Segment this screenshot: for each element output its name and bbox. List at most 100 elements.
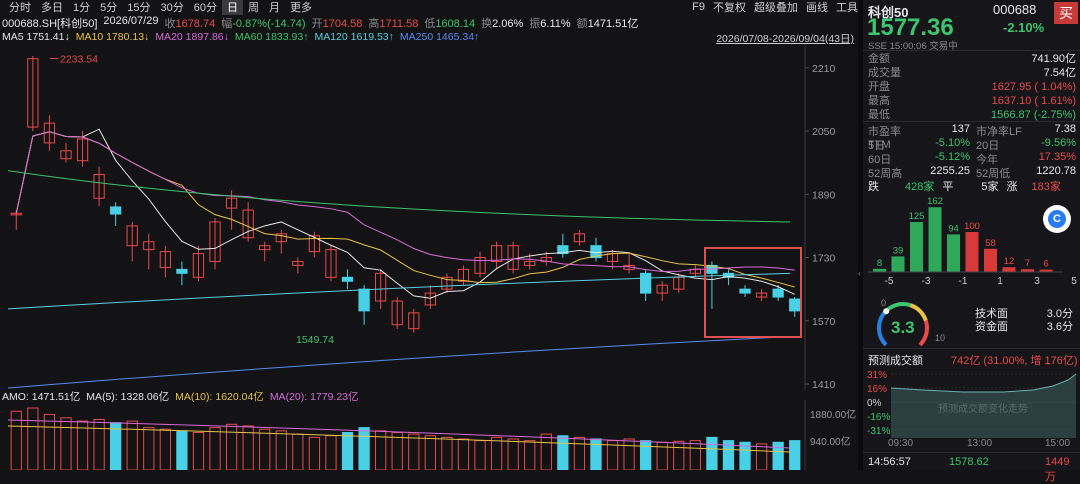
- candle-body: [110, 206, 122, 215]
- tool-item-4[interactable]: 工具: [836, 0, 858, 15]
- up-label: 涨: [1006, 181, 1018, 193]
- period-tab-1[interactable]: 多日: [36, 0, 68, 15]
- volume-chart[interactable]: 1880.00亿 940.00亿: [0, 400, 858, 470]
- period-tab-9[interactable]: 月: [264, 0, 285, 15]
- y-tick-label: 2050: [812, 126, 836, 138]
- stat-value: 7.54亿: [1043, 67, 1076, 79]
- period-tab-0[interactable]: 分时: [4, 0, 36, 15]
- volume-bar: [391, 431, 403, 470]
- ma5-label: MA5: [2, 31, 24, 43]
- forecast-chart: 31% 16% 0% -16% -31% 预测成交额变化走势: [867, 370, 1077, 438]
- volume-bar: [275, 430, 287, 470]
- ma60-label: MA60: [234, 31, 263, 43]
- volume-bar: [590, 438, 602, 470]
- y-tick-label: 1410: [812, 379, 836, 390]
- dist-bar: [928, 207, 942, 272]
- period-tab-8[interactable]: 周: [243, 0, 264, 15]
- up-count: 183家: [1031, 181, 1061, 193]
- stat-label: 金额: [868, 53, 890, 65]
- period-tab-5[interactable]: 30分: [156, 0, 189, 15]
- volume-bar: [308, 436, 321, 470]
- dist-bar-label: 12: [1004, 256, 1015, 267]
- candle-body: [772, 288, 784, 298]
- buy-button[interactable]: 买: [1054, 2, 1078, 24]
- volume-bar: [43, 414, 56, 470]
- period-tab-3[interactable]: 5分: [95, 0, 122, 15]
- candlestick-chart[interactable]: 2210 2050 1890 1730 1570 1410 2233.54 1549.74: [0, 44, 858, 390]
- volume-bar: [126, 420, 138, 470]
- volume-bar: [110, 422, 122, 470]
- ma250-line: [7, 336, 791, 389]
- bar-date: 2026/07/29: [103, 15, 159, 27]
- period-tab-10[interactable]: 更多: [285, 0, 317, 15]
- stat-value: 741.90亿: [1031, 53, 1076, 65]
- candle-body: [789, 298, 801, 312]
- volume-bar: [673, 440, 685, 470]
- fc-watermark: 预测成交额变化走势: [938, 402, 1028, 415]
- candle-body: [341, 276, 354, 282]
- y-tick-label: 2210: [812, 63, 836, 75]
- fc-y-tick: 31%: [867, 370, 887, 381]
- volume-bar: [143, 427, 155, 470]
- volume-bar: [490, 436, 503, 470]
- dist-bar-label: 125: [909, 211, 925, 222]
- dist-bar: [910, 222, 923, 272]
- flat-label: 平: [942, 181, 954, 193]
- tool-item-1[interactable]: 不复权: [713, 0, 746, 15]
- fund-score: 3.6分: [1046, 321, 1073, 333]
- flat-count: 5家: [981, 181, 999, 193]
- vol-ma20: [7, 419, 791, 449]
- ma10-line: [15, 131, 795, 288]
- tool-item-0[interactable]: F9: [692, 1, 705, 13]
- valuation-row: 市盈率TTM 137 市净率LF 7.38: [868, 123, 1076, 151]
- index-code: 000688: [993, 2, 1037, 17]
- stat-row: 最低 1566.87 (-2.75%): [868, 108, 1076, 122]
- collapse-arrow-icon[interactable]: ‹: [858, 268, 861, 278]
- val-value: 17.35%: [1038, 151, 1076, 163]
- volume-bar: [557, 435, 569, 470]
- dist-x-label: -3: [922, 276, 931, 287]
- valuation-row: 60日 -5.12% 今年 17.35%: [868, 151, 1076, 166]
- tool-item-2[interactable]: 超级叠加: [754, 0, 798, 15]
- volume-bar: [755, 443, 768, 470]
- period-tab-4[interactable]: 15分: [122, 0, 155, 15]
- period-tab-2[interactable]: 1分: [68, 0, 95, 15]
- stat-row: 最高 1637.10 ( 1.61%): [868, 94, 1076, 108]
- val-value: 137: [951, 123, 970, 135]
- fc-x0: 09:30: [888, 438, 914, 449]
- candle-body: [358, 288, 370, 312]
- stat-label: 最低: [868, 109, 890, 121]
- valuation-row: 5日 -5.10% 20日 -9.56%: [868, 137, 1076, 152]
- volume-bar: [441, 436, 453, 470]
- volume-bar: [623, 438, 635, 470]
- volume-bar: [524, 440, 536, 470]
- volume-bar: [292, 433, 304, 470]
- volume-bar: [772, 441, 784, 470]
- tool-item-3[interactable]: 画线: [806, 0, 828, 15]
- val-value: 1220.78: [1036, 165, 1076, 177]
- down-label: 跌: [868, 181, 879, 193]
- volume-bar: [689, 440, 701, 470]
- stat-value: 1566.87 (-2.75%): [991, 109, 1076, 121]
- volume-bar: [209, 427, 221, 470]
- volume-bar: [789, 440, 801, 470]
- ma120-value: 1619.53↑: [350, 31, 394, 43]
- open-label: 开: [311, 18, 323, 30]
- val-value: -9.56%: [1041, 137, 1076, 149]
- stat-row: 成交量 7.54亿: [868, 66, 1076, 80]
- dist-x-label: 1: [997, 276, 1003, 287]
- period-tab-6[interactable]: 60分: [189, 0, 222, 15]
- footer-price: 1578.62: [949, 456, 989, 468]
- dist-x-label: 3: [1034, 276, 1040, 287]
- dist-bar: [891, 256, 905, 272]
- volume-bar: [540, 433, 552, 470]
- volume-bar: [325, 435, 337, 470]
- period-tab-7[interactable]: 日: [222, 0, 243, 15]
- ma60-value: 1833.93↑: [265, 31, 309, 43]
- open-value: 1704.58: [322, 18, 363, 30]
- footer-time: 14:56:57: [868, 456, 911, 468]
- stat-value: 1627.95 ( 1.04%): [991, 81, 1076, 93]
- y-tick-label: 1890: [812, 189, 836, 201]
- fc-y-tick: -31%: [867, 426, 890, 437]
- turnover-value: 2.06%: [492, 18, 524, 30]
